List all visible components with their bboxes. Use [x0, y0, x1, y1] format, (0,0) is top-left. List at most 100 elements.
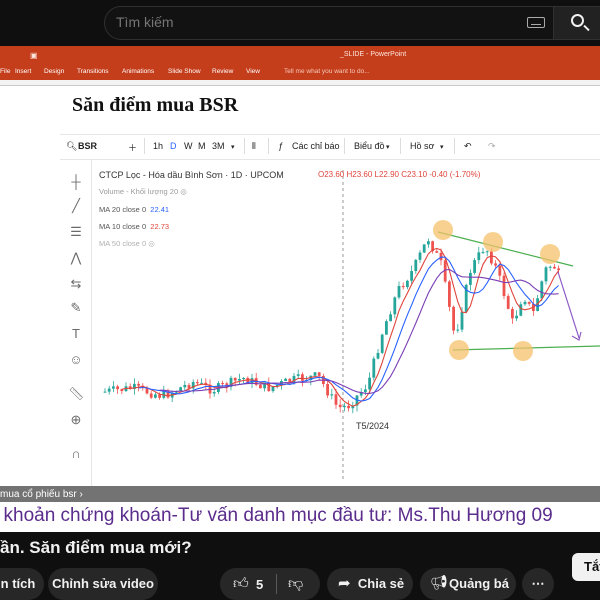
candle-body [422, 244, 426, 253]
keyboard-icon[interactable] [527, 17, 545, 28]
interval-d: D [170, 141, 177, 151]
indicators-button: Các chỉ báo [292, 141, 340, 151]
forecast-arrowhead [571, 331, 582, 341]
like-divider [276, 574, 277, 594]
candle-body [414, 259, 418, 272]
candle-body [544, 267, 548, 282]
ohlc-readout: O23.60 H23.60 L22.90 C23.10 -0.40 (-1.70… [318, 170, 480, 179]
chevron-right-icon: › [79, 489, 83, 500]
candle-body [364, 389, 367, 393]
candle-body [313, 372, 317, 376]
brush-icon: ✎ [70, 300, 82, 315]
candle-body [326, 384, 329, 396]
ribbon-tab-slideshow: Slide Show [168, 68, 201, 75]
ribbon-tab-file: File [0, 68, 11, 75]
function-icon: ƒ [278, 141, 284, 151]
candle-body [494, 263, 497, 266]
chart-title: CTCP Lọc - Hóa dầu Bình Sơn · 1D · UPCOM [99, 170, 284, 180]
ruler-icon: 📏︎ [68, 386, 85, 401]
profile-button: Hồ sơ [410, 141, 435, 151]
candle-body [233, 377, 237, 381]
emoji-icon: ☺ [69, 352, 83, 367]
legend-ma20: MA 20 close 0 22.41 [99, 205, 170, 214]
candle-body [334, 394, 338, 405]
edit-video-button[interactable]: Chỉnh sửa video [48, 568, 158, 600]
youtube-watch-page: ▣ _SLIDE - PowerPoint File Insert Design… [0, 0, 600, 600]
fib-icon: ☰ [70, 224, 82, 239]
toolbar-divider [244, 138, 245, 154]
powerpoint-ribbon: File Insert Design Transitions Animation… [0, 64, 600, 80]
candle-body [498, 265, 502, 276]
scrolling-ticker: i khoản chứng khoán-Tư vấn danh mục đầu … [0, 505, 553, 526]
candle-body [452, 306, 455, 331]
eye-off-icon: ◎ [148, 239, 155, 248]
toolbar-divider [144, 138, 145, 154]
prediction-icon: ⇆ [70, 276, 82, 291]
ppt-window-title: _SLIDE - PowerPoint [340, 51, 407, 58]
highlight-circle [483, 232, 503, 252]
candle-body [511, 308, 514, 319]
candle-body [317, 372, 321, 376]
candle-body [242, 377, 245, 380]
magnet-icon: ∩ [71, 446, 81, 461]
candle-body [116, 386, 119, 390]
candle-body [540, 281, 544, 299]
highlight-circle [433, 220, 453, 240]
ohlc-low: L22.90 [374, 170, 399, 179]
highlight-circle [540, 244, 560, 264]
candle-body [238, 379, 241, 381]
like-icon[interactable]: 👍︎ [233, 575, 249, 593]
candle-body [506, 296, 510, 309]
candle-body [368, 377, 371, 390]
slide-title: Săn điểm mua BSR [72, 94, 239, 116]
search-icon[interactable] [571, 14, 584, 27]
ribbon-tab-animations: Animations [122, 68, 155, 75]
candle-body [259, 384, 262, 389]
undo-icon: ↶ [464, 141, 472, 151]
candle-body [343, 405, 346, 408]
ribbon-tab-view: View [246, 68, 260, 75]
candle-body [401, 285, 405, 288]
redo-icon: ↷ [488, 141, 496, 151]
candle-body [515, 315, 518, 319]
candle-body [301, 374, 304, 381]
analytics-button[interactable]: n tích [0, 568, 44, 600]
dislike-icon[interactable]: 👎︎ [288, 575, 303, 593]
candle-body [221, 383, 224, 385]
candle-body [460, 311, 464, 330]
candle-body [296, 374, 300, 376]
candle-body [548, 266, 552, 268]
interval-w: W [184, 141, 193, 151]
candle-body [557, 268, 560, 271]
candle-body [448, 281, 451, 307]
candle-body [212, 391, 216, 394]
t5-2024-annotation: T5/2024 [356, 421, 390, 431]
crosshair-icon: ┼ [71, 174, 81, 189]
toolbar-divider [268, 138, 269, 154]
candle-body [485, 251, 489, 253]
candles-icon: ⫴ [252, 141, 256, 151]
search-input[interactable] [116, 14, 496, 30]
candle-body [107, 388, 111, 392]
text-tool-icon: T [72, 326, 80, 341]
pattern-icon: ⋀ [70, 250, 82, 265]
close-button[interactable]: Tắt [572, 553, 600, 581]
highlight-circle [513, 341, 533, 361]
chapter-bar[interactable] [0, 486, 600, 502]
ohlc-change: -0.40 (-1.70%) [429, 170, 481, 179]
share-icon: ➦ [338, 575, 351, 592]
candle-body [338, 404, 342, 408]
more-actions-button[interactable]: ⋯ [522, 568, 554, 600]
candle-body [154, 394, 157, 398]
like-count[interactable]: 5 [256, 577, 263, 592]
candle-body [149, 393, 153, 398]
candle-body [477, 252, 481, 261]
ohlc-close: C23.10 [401, 170, 428, 179]
candle-body [502, 275, 506, 297]
candle-body [347, 405, 350, 409]
chevron-down-icon: ▾ [386, 144, 390, 151]
candle-body [137, 383, 140, 386]
chapter-title[interactable]: mua cổ phiếu bsr › [0, 489, 83, 500]
toolbar-divider [454, 138, 455, 154]
toolbar-divider [400, 138, 401, 154]
